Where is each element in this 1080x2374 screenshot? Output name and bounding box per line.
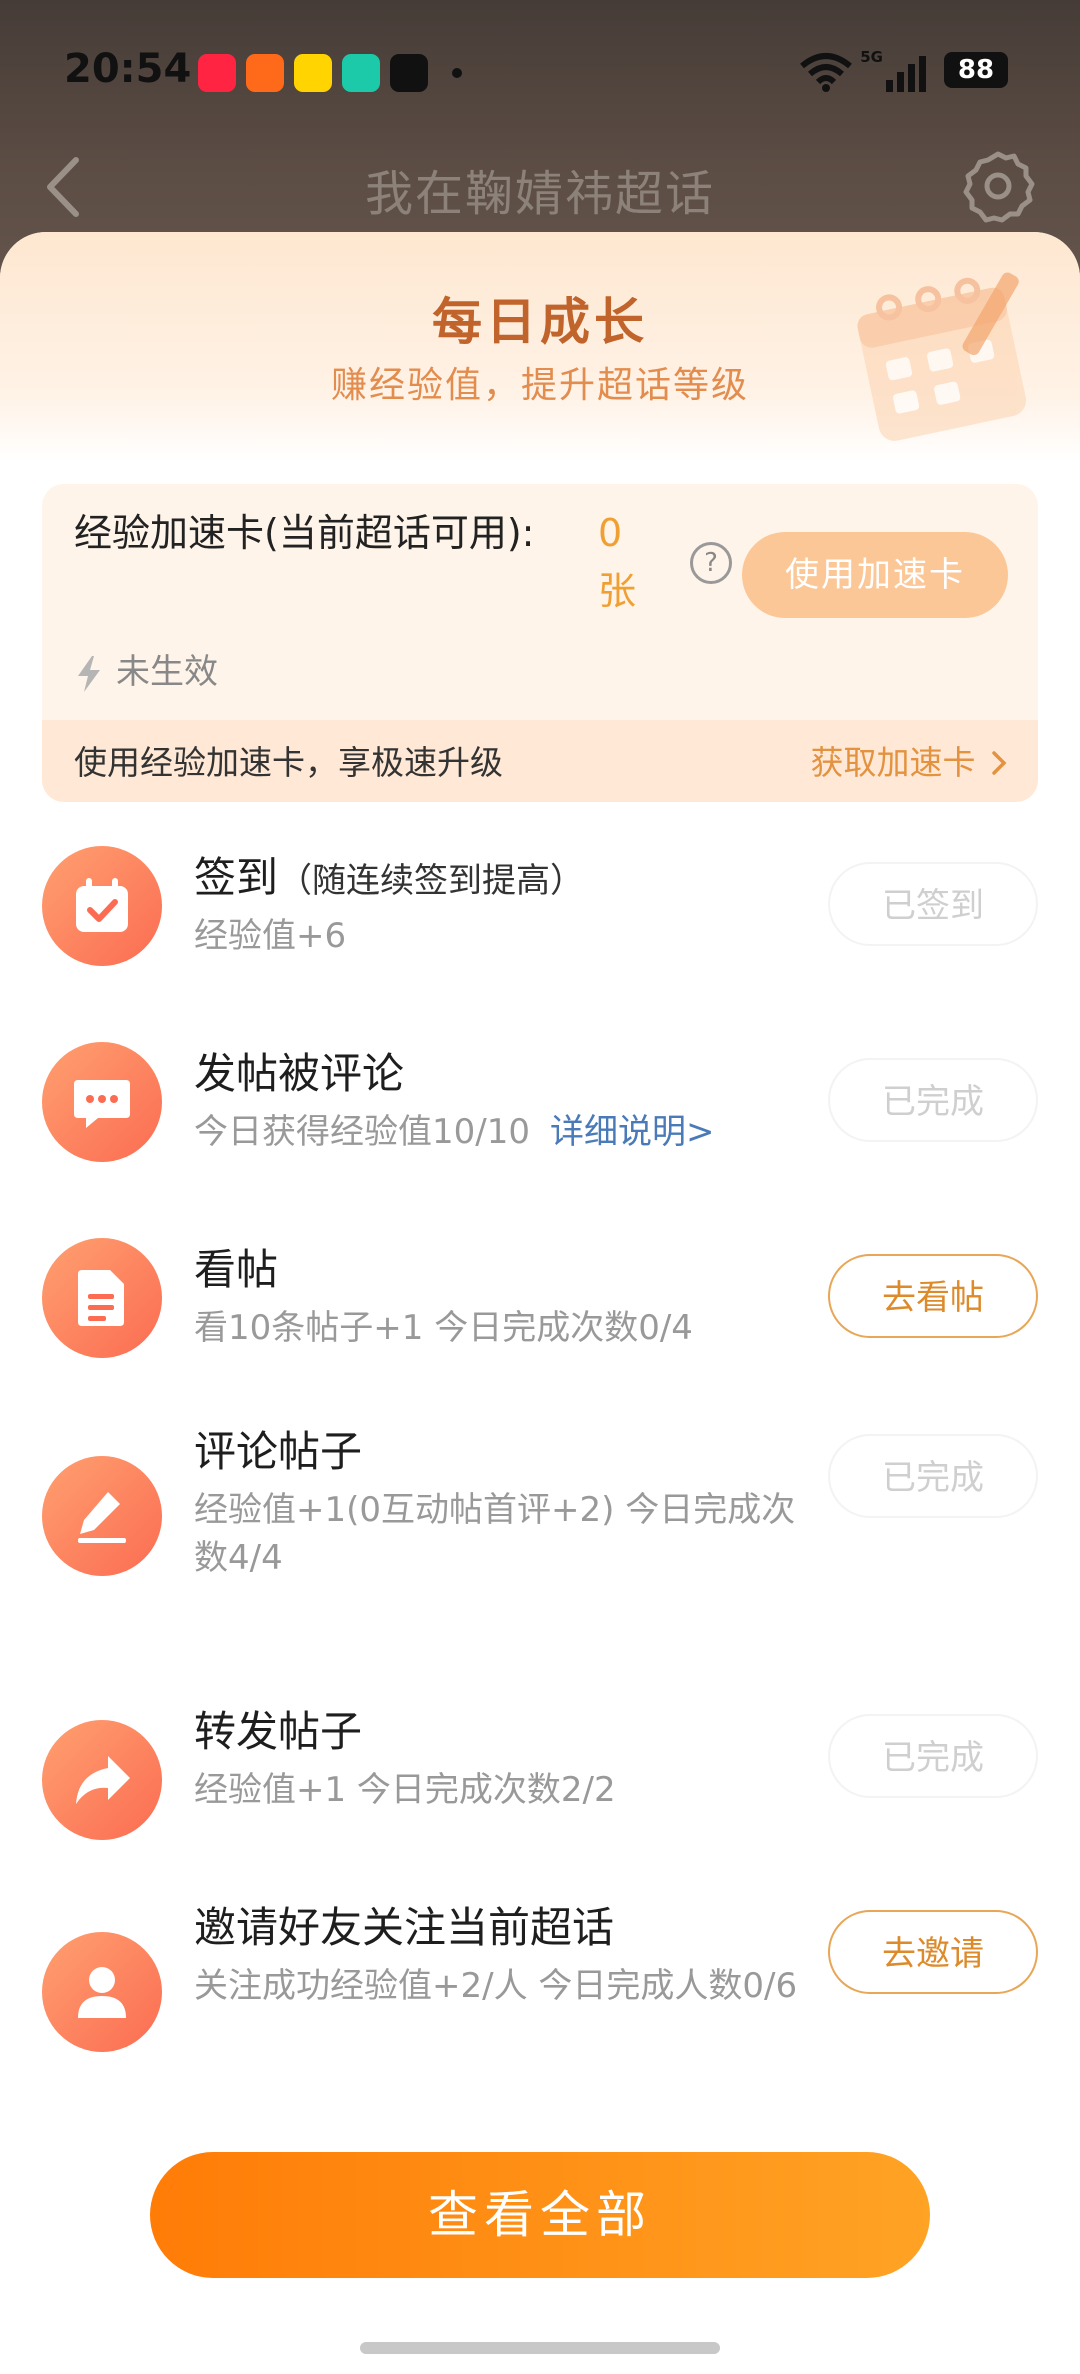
view-all-button[interactable]: 查看全部 [150,2152,930,2278]
xiaohongshu-icon [198,54,236,92]
details-link[interactable]: 详细说明> [550,1112,715,1152]
share-arrow-icon [42,1720,162,1840]
task-row-checkin: 签到（随连续签到提高） 经验值+6 已签到 [0,832,1080,1002]
accelerator-card: 经验加速卡(当前超话可用): 0 张 ? 使用加速卡 未生效 使用经验加速卡，享… [42,484,1038,802]
task-title: 签到（随连续签到提高） [194,853,585,902]
invite-button[interactable]: 去邀请 [828,1910,1038,1994]
status-bar: 20:54 5G 88 [0,40,1080,106]
navigation-bar: 我在鞠婧祎超话 [0,140,1080,236]
app-icon [246,54,284,92]
task-title: 评论帖子 [194,1427,363,1476]
chat-bubble-icon [42,1042,162,1162]
task-title: 转发帖子 [194,1707,363,1756]
accelerator-card-footer: 使用经验加速卡，享极速升级 获取加速卡 [42,720,1038,802]
accelerator-status: 未生效 [74,644,218,694]
daily-growth-sheet: 每日成长 赚经验值，提升超话等级 经验加速卡(当前超话可用): 0 张 ? 使用… [0,232,1080,2374]
task-title-note: （随连续签到提高） [278,861,585,901]
gear-icon[interactable] [960,148,1036,224]
get-accelerator-link[interactable]: 获取加速卡 [811,736,1009,784]
task-title: 看帖 [194,1245,279,1294]
go-view-posts-button[interactable]: 去看帖 [828,1254,1038,1338]
network-type: 5G [860,48,883,66]
use-accelerator-button[interactable]: 使用加速卡 [742,532,1008,618]
task-description: 看10条帖子+1 今日完成次数0/4 [194,1308,693,1348]
lightning-icon [78,655,100,692]
tiktok-icon [390,54,428,92]
task-description: 经验值+1(0互动帖首评+2) 今日完成次数4/4 [194,1490,796,1578]
wifi-icon [800,53,852,92]
task-row-post-comment: 发帖被评论 今日获得经验值10/10 详细说明> 已完成 [0,1028,1080,1198]
completed-button[interactable]: 已完成 [828,1714,1038,1798]
accelerator-card-label: 经验加速卡(当前超话可用): [74,511,535,555]
battery-indicator: 88 [944,52,1008,88]
task-row-comment-posts: 评论帖子 经验值+1(0互动帖首评+2) 今日完成次数4/4 已完成 [0,1418,1080,1618]
user-icon [42,1932,162,2052]
task-row-view-posts: 看帖 看10条帖子+1 今日完成次数0/4 去看帖 [0,1224,1080,1394]
task-description: 经验值+1 今日完成次数2/2 [194,1770,616,1810]
chevron-right-icon [992,751,1007,775]
calendar-illustration-icon [857,272,1027,441]
hero-banner: 每日成长 赚经验值，提升超话等级 [0,232,1080,462]
checked-in-button[interactable]: 已签到 [828,862,1038,946]
task-description: 经验值+6 [194,916,347,956]
task-description: 关注成功经验值+2/人 今日完成人数0/6 [194,1966,798,2006]
edit-icon [42,1456,162,1576]
task-row-repost: 转发帖子 经验值+1 今日完成次数2/2 已完成 [0,1698,1080,1868]
more-notifications-dot [452,68,462,78]
signal-icon [886,56,926,92]
app-icon [342,54,380,92]
page-title: 我在鞠婧祎超话 [364,166,715,222]
task-row-invite: 邀请好友关注当前超话 关注成功经验值+2/人 今日完成人数0/6 去邀请 [0,1894,1080,2094]
completed-button[interactable]: 已完成 [828,1058,1038,1142]
document-icon [42,1238,162,1358]
completed-button[interactable]: 已完成 [828,1434,1038,1518]
calendar-check-icon [42,846,162,966]
home-indicator[interactable] [360,2342,720,2354]
app-icon [294,54,332,92]
accelerator-footer-text: 使用经验加速卡，享极速升级 [74,743,503,782]
help-icon[interactable]: ? [690,542,732,584]
task-description: 今日获得经验值10/10 详细说明> [194,1112,715,1152]
task-title: 发帖被评论 [194,1049,405,1098]
status-time: 20:54 [64,46,192,92]
accelerator-card-count: 0 张 [598,511,637,613]
task-title: 邀请好友关注当前超话 [194,1903,615,1952]
